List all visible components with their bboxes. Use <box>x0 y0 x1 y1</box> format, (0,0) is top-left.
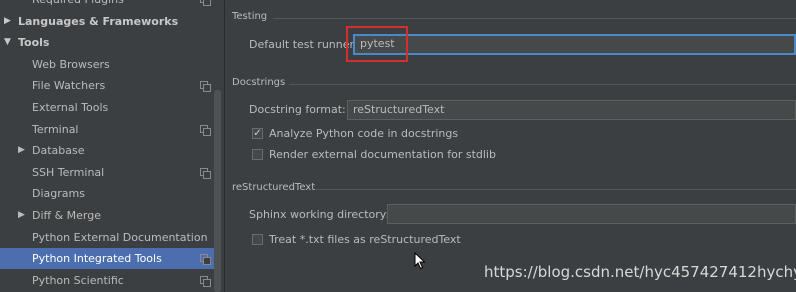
sidebar-item-diff-merge[interactable]: ▶ Diff & Merge <box>0 205 214 226</box>
default-test-runner-label: Default test runner: <box>249 38 358 51</box>
section-divider <box>315 189 796 190</box>
sphinx-working-directory-input[interactable] <box>387 204 796 224</box>
section-divider <box>273 18 796 19</box>
sidebar-item-label: File Watchers <box>32 79 106 93</box>
sidebar-item-label: Diff & Merge <box>32 209 102 222</box>
sidebar-item-label: Python External Documentation <box>32 230 208 244</box>
section-divider <box>289 84 796 85</box>
sidebar-item-label: Python Integrated Tools <box>32 252 162 266</box>
default-test-runner-select[interactable]: pytest <box>353 34 796 55</box>
render-stdlib-docs-label: Render external documentation for stdlib <box>269 148 496 161</box>
sidebar-item-label: Required Plugins <box>32 0 124 10</box>
sidebar-item-label: Web Browsers <box>32 57 110 71</box>
sidebar-item-python-integrated-tools[interactable]: Python Integrated Tools <box>0 248 214 270</box>
expand-arrow-icon[interactable]: ▼ <box>4 32 11 53</box>
docstring-format-label: Docstring format: <box>249 103 346 116</box>
sidebar-item-label: Terminal <box>32 122 79 136</box>
sidebar-item-ssh-terminal[interactable]: SSH Terminal <box>0 162 214 183</box>
sidebar-item-file-watchers[interactable]: File Watchers <box>0 75 214 96</box>
sidebar-scrollbar[interactable] <box>214 90 221 292</box>
sidebar-item-label: Python Scientific <box>32 273 124 287</box>
collapse-arrow-icon[interactable]: ▶ <box>18 205 25 226</box>
section-title-restructuredtext: reStructuredText <box>232 182 316 193</box>
mouse-cursor-icon <box>414 252 426 270</box>
project-settings-icon <box>200 275 211 287</box>
render-stdlib-docs-checkbox[interactable] <box>252 149 263 160</box>
settings-panel: Testing Default test runner: pytest Docs… <box>225 0 796 292</box>
sidebar-item-label: Languages & Frameworks <box>18 14 179 28</box>
sidebar-item-label: External Tools <box>32 101 109 114</box>
project-settings-icon <box>200 167 211 179</box>
sidebar-item-label: SSH Terminal <box>32 165 105 179</box>
project-settings-icon <box>200 254 211 266</box>
collapse-arrow-icon[interactable]: ▶ <box>18 140 25 161</box>
sidebar-item-terminal[interactable]: Terminal <box>0 119 214 140</box>
highlight-box <box>346 26 408 62</box>
sidebar-item-python-scientific[interactable]: Python Scientific <box>0 270 214 291</box>
analyze-docstrings-label: Analyze Python code in docstrings <box>269 127 459 140</box>
section-title-testing: Testing <box>232 11 268 22</box>
sidebar-item-label: Diagrams <box>32 187 85 201</box>
docstring-format-select[interactable]: reStructuredText <box>347 100 796 120</box>
sidebar-item-tools[interactable]: ▼ Tools <box>0 32 214 53</box>
settings-sidebar: Required Plugins ▶ Languages & Frameworks ▼… <box>0 0 225 292</box>
collapse-arrow-icon[interactable]: ▶ <box>4 11 11 32</box>
sidebar-item-label: Database <box>32 144 85 158</box>
sphinx-working-directory-label: Sphinx working directory: <box>249 208 390 221</box>
treat-txt-checkbox[interactable] <box>252 234 263 245</box>
sidebar-item-database[interactable]: ▶ Database <box>0 140 214 161</box>
section-title-docstrings: Docstrings <box>232 77 286 88</box>
sidebar-item-required-plugins[interactable]: Required Plugins <box>0 0 214 10</box>
sidebar-item-label: Tools <box>18 36 50 50</box>
analyze-docstrings-checkbox[interactable]: ✓ <box>252 128 263 139</box>
project-settings-icon <box>200 0 211 6</box>
sidebar-item-web-browsers[interactable]: Web Browsers <box>0 54 214 75</box>
watermark-text: https://blog.csdn.net/hyc457427412hychyc <box>484 263 796 281</box>
sidebar-item-python-external-documentation[interactable]: Python External Documentation <box>0 227 214 248</box>
project-settings-icon <box>200 124 211 136</box>
sidebar-item-external-tools[interactable]: External Tools <box>0 97 214 118</box>
sidebar-item-diagrams[interactable]: Diagrams <box>0 183 214 204</box>
project-settings-icon <box>200 81 211 93</box>
sidebar-item-languages-frameworks[interactable]: ▶ Languages & Frameworks <box>0 11 214 32</box>
treat-txt-label: Treat *.txt files as reStructuredText <box>269 233 461 246</box>
